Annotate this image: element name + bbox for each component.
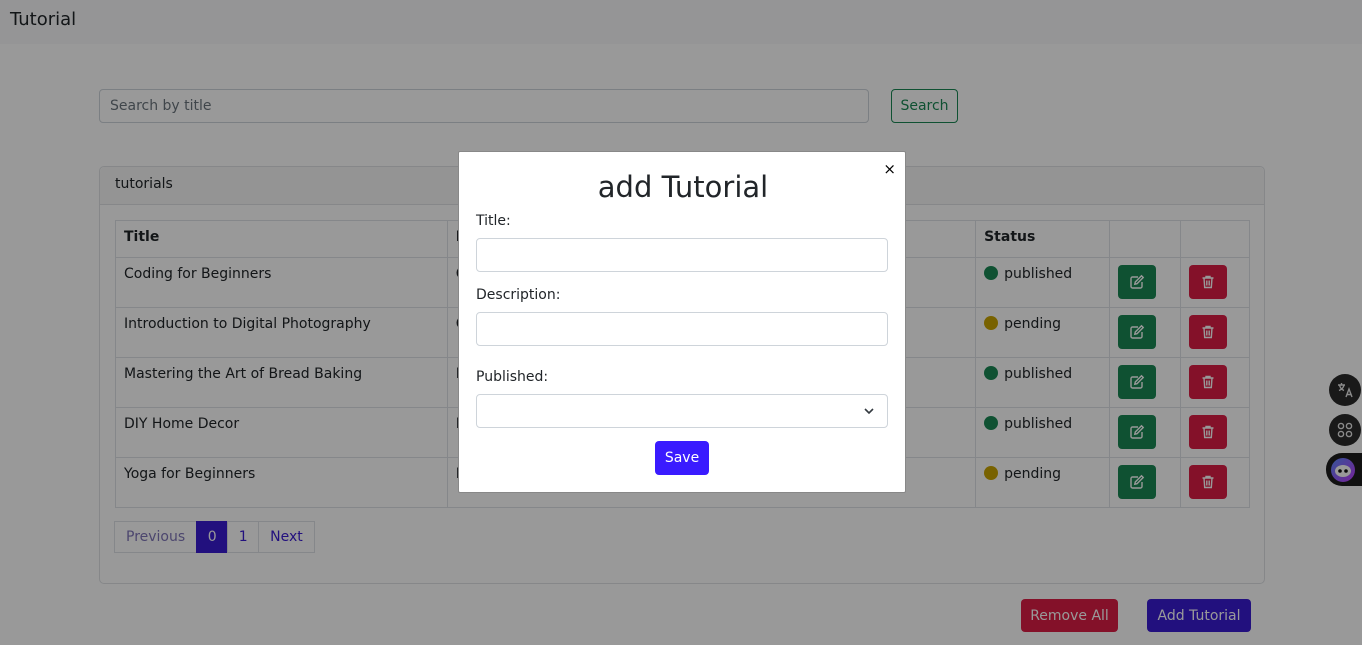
description-field[interactable] (476, 312, 888, 346)
add-tutorial-modal: × add Tutorial Title: Description: Publi… (458, 151, 906, 493)
chevron-down-icon (864, 408, 874, 415)
title-field[interactable] (476, 238, 888, 272)
published-label: Published: (476, 369, 549, 385)
modal-title: add Tutorial (597, 170, 769, 204)
title-label: Title: (476, 213, 511, 229)
description-label: Description: (476, 287, 561, 303)
save-button[interactable]: Save (655, 441, 709, 475)
published-select[interactable] (476, 394, 888, 428)
